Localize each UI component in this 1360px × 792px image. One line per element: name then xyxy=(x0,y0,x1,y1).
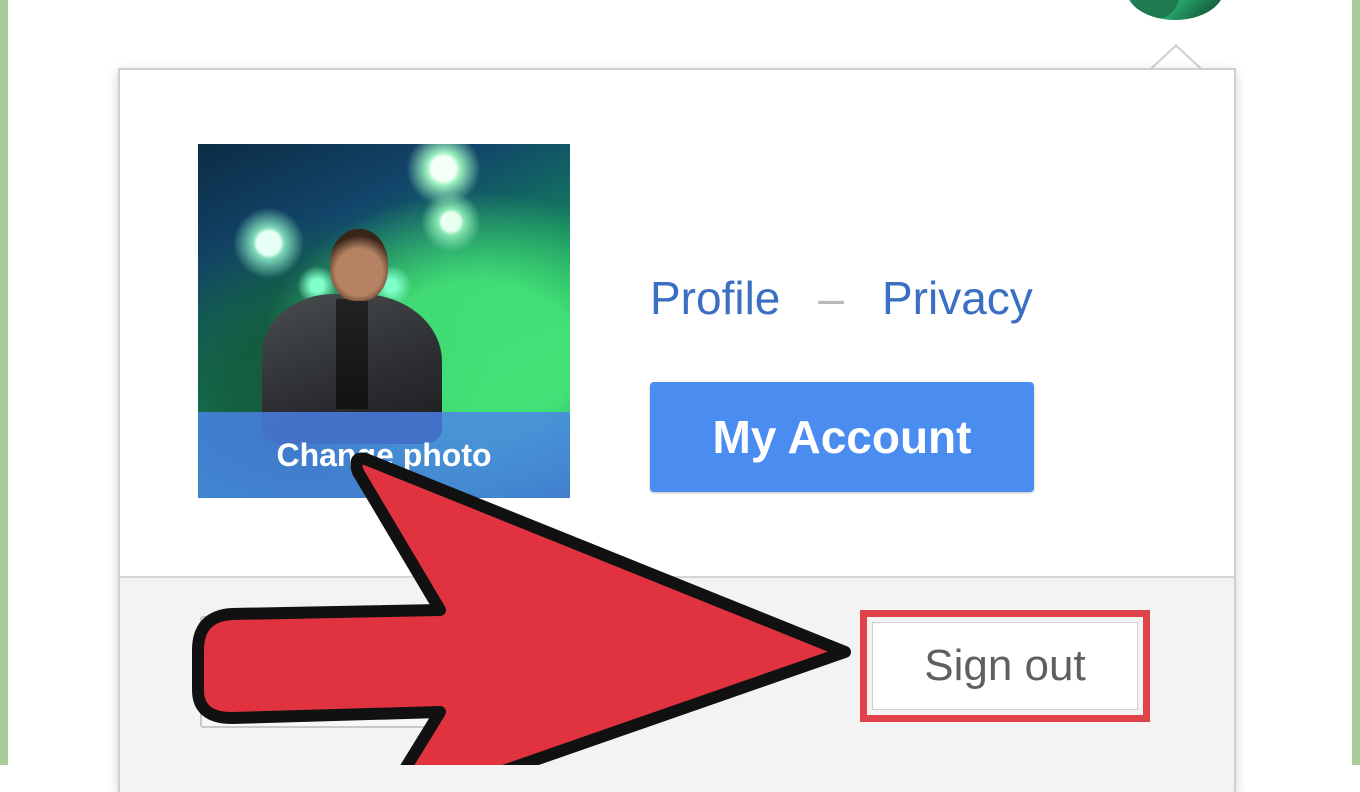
my-account-button[interactable]: My Account xyxy=(650,382,1034,492)
change-photo-button[interactable]: Change photo xyxy=(198,412,570,498)
photo-person-head xyxy=(330,229,388,301)
account-popup: Change photo Profile – Privacy My Accoun… xyxy=(118,68,1236,792)
account-avatar-button[interactable] xyxy=(1126,0,1224,20)
add-account-button[interactable] xyxy=(200,616,464,728)
photo-person-shirt xyxy=(336,299,368,409)
privacy-link[interactable]: Privacy xyxy=(882,271,1033,325)
sign-out-button[interactable]: Sign out xyxy=(872,622,1138,710)
links-separator: – xyxy=(818,272,844,324)
right-frame-border xyxy=(1352,0,1360,765)
account-links: Profile – Privacy xyxy=(650,268,1033,328)
profile-link[interactable]: Profile xyxy=(650,271,780,325)
left-frame-border xyxy=(0,0,8,765)
profile-photo[interactable]: Change photo xyxy=(198,144,570,498)
popup-footer: Sign out xyxy=(120,576,1234,792)
